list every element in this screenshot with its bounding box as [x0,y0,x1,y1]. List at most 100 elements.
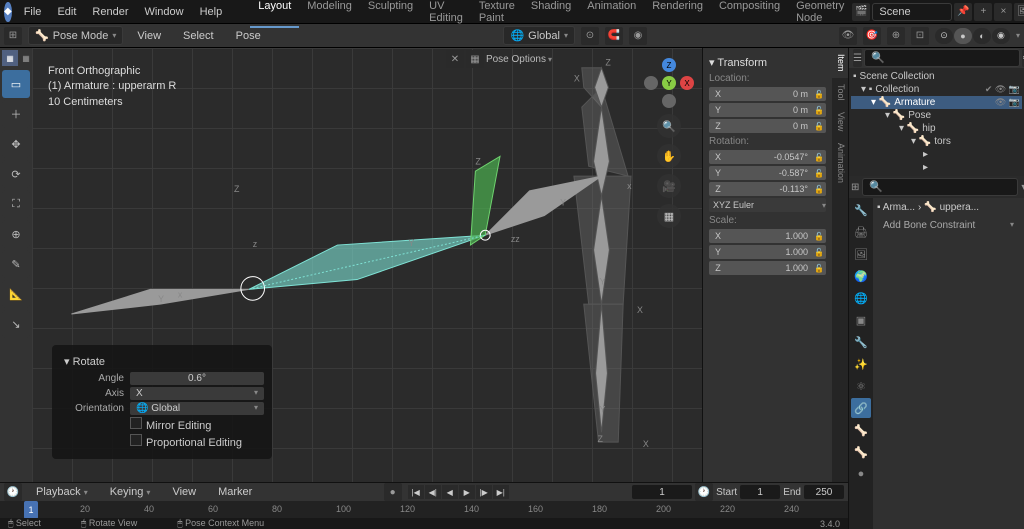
header-pose[interactable]: Pose [228,26,269,46]
loc-y-input[interactable]: Y0 m🔓 [709,103,826,117]
tab-geometry-nodes[interactable]: Geometry Node [788,0,852,28]
zoom-icon[interactable]: 🔍 [657,114,681,138]
mode-selector[interactable]: 🦴 Pose Mode ▾ [28,26,123,45]
tree-armature[interactable]: ▾ 🦴 Armature👁 📷 [851,96,1022,109]
mirror-checkbox[interactable] [130,417,142,429]
perspective-toggle-icon[interactable]: ▦ [657,204,681,228]
tree-child-1[interactable]: ▸ [851,148,1022,161]
prop-tab-world[interactable]: 🌐 [851,288,871,308]
menu-window[interactable]: Window [136,2,191,22]
tool-rotate[interactable]: ⟳ [2,160,30,188]
prop-tab-object[interactable]: ▣ [851,310,871,330]
end-frame-input[interactable] [804,485,844,499]
rot-x-input[interactable]: X-0.0547°🔓 [709,150,826,164]
keyframe-prev-icon[interactable]: ◀| [425,485,441,499]
prop-tab-particles[interactable]: ✨ [851,354,871,374]
tool-cursor[interactable]: ＋ [2,100,30,128]
add-bone-constraint-dropdown[interactable]: Add Bone Constraint▾ [877,217,1020,234]
play-icon[interactable]: ▶ [459,485,475,499]
npanel-tab-tool[interactable]: Tool [832,78,848,107]
timeline-track[interactable]: 1 20 40 60 80 100 120 140 160 180 200 22… [0,501,848,519]
tool-annotate[interactable]: ✎ [2,250,30,278]
proportional-icon[interactable]: ◉ [629,27,647,45]
pose-options-dropdown[interactable]: Pose Options [486,54,546,65]
shading-options-icon[interactable]: ▾ [1016,31,1020,40]
timeline-keying[interactable]: Keying ▾ [102,482,159,502]
scale-x-input[interactable]: X1.000🔓 [709,229,826,243]
pivot-icon[interactable]: ⊙ [581,27,599,45]
timeline-playback[interactable]: Playback ▾ [28,482,96,502]
menu-edit[interactable]: Edit [49,2,84,22]
timeline-view[interactable]: View [164,482,204,502]
jump-start-icon[interactable]: |◀ [408,485,424,499]
tab-shading[interactable]: Shading [523,0,579,28]
tree-child-2[interactable]: ▸ [851,161,1022,174]
properties-editor-icon[interactable]: ⊞ [851,178,859,196]
rot-y-input[interactable]: Y-0.587°🔓 [709,166,826,180]
scale-z-input[interactable]: Z1.000🔓 [709,261,826,275]
shading-wireframe[interactable]: ⊙ [935,28,953,44]
header-select[interactable]: Select [175,26,222,46]
rot-z-input[interactable]: Z-0.113°🔓 [709,182,826,196]
orientation-selector[interactable]: 🌐 Global ▾ [503,26,575,45]
isolate-icon[interactable]: ▦ [466,50,484,68]
pan-icon[interactable]: ✋ [657,144,681,168]
prop-tab-bone[interactable]: 🦴 [851,442,871,462]
current-frame-input[interactable] [632,485,692,499]
menu-render[interactable]: Render [84,2,136,22]
local-view-icon[interactable]: ✕ [446,50,464,68]
prop-tab-physics[interactable]: ⚛ [851,376,871,396]
npanel-tab-item[interactable]: Item [832,48,848,78]
tab-animation[interactable]: Animation [579,0,644,28]
tab-uv-editing[interactable]: UV Editing [421,0,471,28]
tab-texture-paint[interactable]: Texture Paint [471,0,523,28]
outliner-display-icon[interactable]: ☰ [853,49,862,67]
xray-icon[interactable]: ⊡ [911,27,929,45]
tool-select-box[interactable]: ▭ [2,70,30,98]
orient-select[interactable]: 🌐 Global ▾ [130,402,264,415]
timeline-editor-icon[interactable]: 🕐 [4,483,22,501]
tool-transform[interactable]: ⊕ [2,220,30,248]
scene-name-input[interactable] [872,3,952,21]
tool-scale[interactable]: ⛶ [2,190,30,218]
axis-select[interactable]: X ▾ [130,387,264,400]
preview-range-icon[interactable]: 🕐 [695,483,713,501]
select-mode-icon[interactable]: ▦ [2,50,18,66]
redo-title[interactable]: Rotate [73,356,105,368]
transform-panel-title[interactable]: Transform [717,57,767,69]
navigation-gizmo[interactable]: X Y Z [644,58,694,108]
new-scene-icon[interactable]: + [974,3,992,21]
playhead[interactable]: 1 [24,501,38,519]
tool-measure[interactable]: 📐 [2,280,30,308]
shading-solid[interactable]: ● [954,28,972,44]
viewlayer-icon[interactable]: 🖼 [1014,3,1024,21]
snap-icon[interactable]: 🧲 [605,27,623,45]
breadcrumb-armature[interactable]: ▪ Arma... [877,202,915,213]
header-view[interactable]: View [129,26,169,46]
shading-material[interactable]: ◐ [973,28,991,44]
tab-modeling[interactable]: Modeling [299,0,360,28]
scene-icon[interactable]: 🎬 [852,3,870,21]
proportional-checkbox[interactable] [130,434,142,446]
tab-rendering[interactable]: Rendering [644,0,711,28]
angle-input[interactable]: 0.6° [130,372,264,385]
jump-end-icon[interactable]: ▶| [493,485,509,499]
delete-scene-icon[interactable]: × [994,3,1012,21]
breadcrumb-bone[interactable]: 🦴 uppera... [924,202,979,213]
tree-scene-collection[interactable]: ▪ Scene Collection [851,70,1022,83]
editor-type-icon[interactable]: ⊞ [4,27,22,45]
tree-hip[interactable]: ▾ 🦴 hip [851,122,1022,135]
tab-compositing[interactable]: Compositing [711,0,788,28]
play-reverse-icon[interactable]: ◀ [442,485,458,499]
keyframe-next-icon[interactable]: |▶ [476,485,492,499]
prop-tab-output[interactable]: 🖨 [851,222,871,242]
prop-tab-bone-constraint[interactable]: 🔗 [851,398,871,418]
3d-viewport[interactable]: XZ Yx zzZ Yz Zx Y YX YXZ Front Orthograp… [32,48,702,529]
tool-move[interactable]: ✥ [2,130,30,158]
tree-pose[interactable]: ▾ 🦴 Pose [851,109,1022,122]
tool-extrude[interactable]: ↘ [2,310,30,338]
scale-y-input[interactable]: Y1.000🔓 [709,245,826,259]
camera-view-icon[interactable]: 🎥 [657,174,681,198]
visibility-icon[interactable]: 👁 [839,27,857,45]
menu-help[interactable]: Help [192,2,231,22]
